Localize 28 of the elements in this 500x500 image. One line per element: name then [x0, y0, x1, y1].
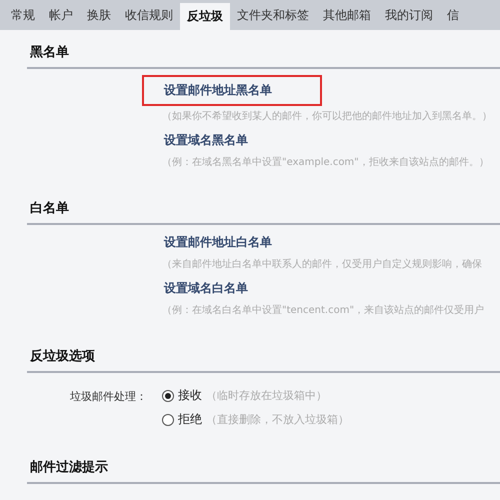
section-heading: 邮件过滤提示 [27, 458, 500, 484]
settings-link[interactable]: 设置邮件地址黑名单 [142, 75, 322, 106]
field-label: 垃圾邮件处理： [69, 389, 148, 405]
settings-link[interactable]: 设置域名黑名单 [162, 129, 250, 152]
section-heading: 黑名单 [27, 43, 500, 69]
description-text: （例：在域名白名单中设置"tencent.com"，来自该站点的邮件仅受用户 [162, 304, 486, 317]
tab[interactable]: 常规 [4, 0, 42, 30]
option-label[interactable]: 拒绝 [178, 411, 202, 428]
tab[interactable]: 其他邮箱 [316, 0, 378, 30]
tab[interactable]: 信 [440, 0, 466, 30]
option-hint: （直接删除，不放入垃圾箱） [206, 412, 349, 427]
section-heading: 反垃圾选项 [27, 347, 500, 373]
tab[interactable]: 帐户 [42, 0, 80, 30]
tab[interactable]: 换肤 [80, 0, 118, 30]
tab[interactable]: 收信规则 [118, 0, 180, 30]
tab[interactable]: 文件夹和标签 [230, 0, 316, 30]
radio-button[interactable] [162, 390, 174, 402]
radio-button[interactable] [162, 414, 174, 426]
section-heading: 白名单 [27, 199, 500, 225]
settings-link[interactable]: 设置邮件地址白名单 [162, 231, 274, 254]
tab[interactable]: 我的订阅 [378, 0, 440, 30]
description-text: （来自邮件地址白名单中联系人的邮件，仅受用户自定义规则影响，确保 [162, 258, 483, 271]
option-hint: （临时存放在垃圾箱中） [206, 388, 327, 403]
tab[interactable]: 反垃圾 [180, 3, 230, 30]
settings-link[interactable]: 设置域名白名单 [162, 277, 250, 300]
description-text: （例：在域名黑名单中设置"example.com"，拒收来自该站点的邮件。） [162, 156, 490, 169]
description-text: （如果你不希望收到某人的邮件，你可以把他的邮件地址加入到黑名单。） [162, 110, 493, 123]
option-label[interactable]: 接收 [178, 387, 202, 404]
